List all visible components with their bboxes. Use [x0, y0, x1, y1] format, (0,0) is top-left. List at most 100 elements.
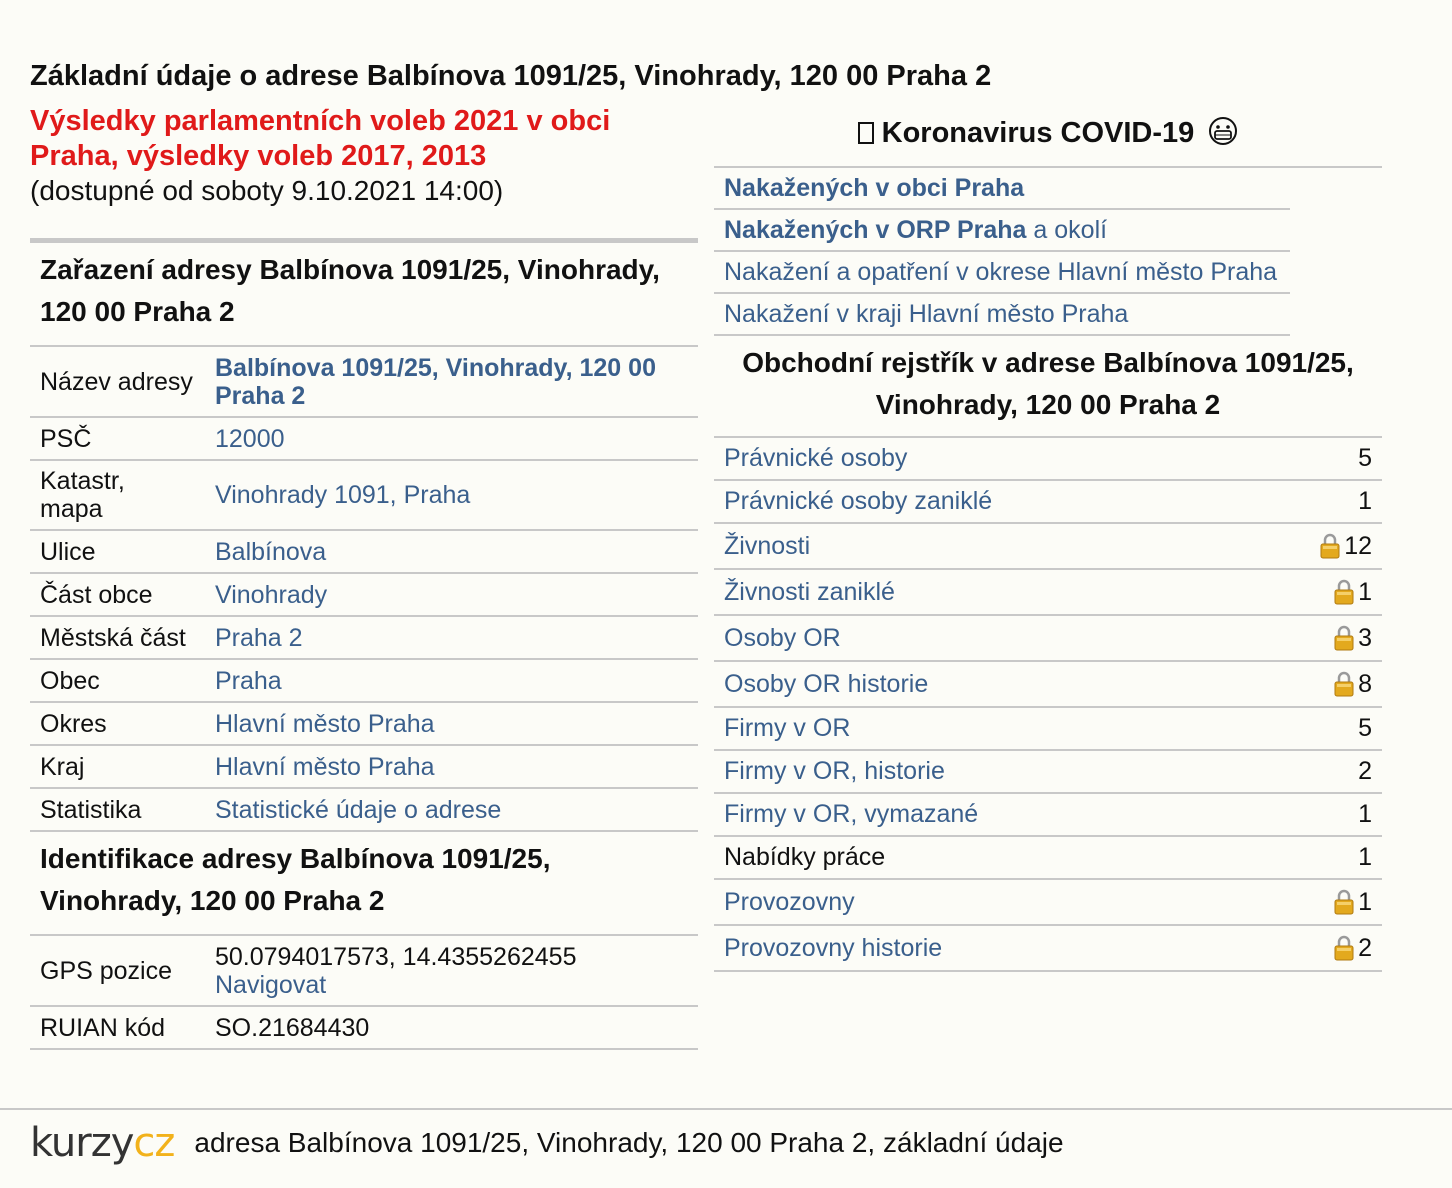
register-label[interactable]: Provozovny historie: [724, 934, 942, 963]
register-count-wrap: 3: [1334, 624, 1372, 653]
obchodni-list: Právnické osoby 5 Právnické osoby zaniklé 1…: [714, 438, 1382, 972]
psc-link[interactable]: 12000: [215, 425, 285, 453]
register-count: 1: [1358, 843, 1372, 871]
kraj-link[interactable]: Hlavní město Praha: [215, 753, 435, 781]
virus-icon: [857, 122, 874, 144]
katastr-link[interactable]: Vinohrady 1091, Praha: [215, 481, 470, 509]
address-name-link[interactable]: Balbínova 1091/25, Vinohrady, 120 00 Pra…: [215, 354, 656, 410]
table-row: GPS pozice 50.0794017573, 14.4355262455 …: [30, 936, 698, 1007]
register-row: Firmy v OR 5: [714, 708, 1382, 751]
obec-link[interactable]: Praha: [215, 667, 282, 695]
register-label[interactable]: Firmy v OR, vymazané: [724, 800, 978, 829]
zarazeni-table: Název adresy Balbínova 1091/25, Vinohrad…: [30, 347, 698, 832]
register-row: Právnické osoby zaniklé 1: [714, 481, 1382, 524]
okres-link[interactable]: Hlavní město Praha: [215, 710, 435, 738]
register-row: Nabídky práce 1: [714, 837, 1382, 880]
covid-orp-link[interactable]: Nakažených v ORP Praha a okolí: [724, 216, 1107, 244]
logo-left: kurzy: [30, 1120, 134, 1166]
table-row: Městská část Praha 2: [30, 616, 698, 660]
lock-icon: [1334, 935, 1354, 961]
table-row: Statistika Statistické údaje o adrese: [30, 788, 698, 832]
row-key: Obec: [30, 659, 205, 703]
register-label[interactable]: Živnosti: [724, 532, 810, 561]
register-count-wrap: 1: [1334, 578, 1372, 607]
row-key: Kraj: [30, 745, 205, 789]
register-count: 1: [1358, 487, 1372, 515]
covid-okres-link[interactable]: Nakažení a opatření v okrese Hlavní měst…: [724, 258, 1277, 286]
lock-icon: [1334, 625, 1354, 651]
register-label[interactable]: Osoby OR historie: [724, 670, 928, 699]
register-count-wrap: 8: [1334, 670, 1372, 699]
row-key: Katastr, mapa: [30, 460, 205, 531]
register-count-wrap: 2: [1358, 757, 1372, 786]
left-column: Výsledky parlamentních voleb 2021 v obci…: [30, 104, 698, 1050]
obchodni-heading: Obchodní rejstřík v adrese Balbínova 109…: [714, 336, 1382, 438]
covid-obec-link[interactable]: Nakažených v obci Praha: [724, 174, 1024, 202]
table-row: Část obce Vinohrady: [30, 573, 698, 617]
register-count: 1: [1358, 887, 1372, 916]
register-label[interactable]: Firmy v OR: [724, 714, 850, 743]
register-count-wrap: 1: [1358, 800, 1372, 829]
row-key: Ulice: [30, 530, 205, 574]
page-title: Základní údaje o adrese Balbínova 1091/2…: [30, 60, 992, 92]
covid-kraj-link[interactable]: Nakažení v kraji Hlavní město Praha: [724, 300, 1128, 328]
covid-heading: Koronavirus COVID-19: [714, 108, 1382, 168]
register-row: Firmy v OR, vymazané 1: [714, 794, 1382, 837]
register-label[interactable]: Firmy v OR, historie: [724, 757, 945, 786]
register-label[interactable]: Právnické osoby zaniklé: [724, 487, 992, 516]
register-row: Osoby OR historie 8: [714, 662, 1382, 708]
mask-emoji-icon: [1208, 116, 1238, 154]
lock-icon: [1334, 889, 1354, 915]
register-label[interactable]: Osoby OR: [724, 624, 841, 653]
covid-heading-text: Koronavirus COVID-19: [881, 117, 1195, 149]
register-label[interactable]: Provozovny: [724, 888, 855, 917]
identifikace-heading: Identifikace adresy Balbínova 1091/25, V…: [30, 832, 698, 936]
register-count-wrap: 5: [1358, 444, 1372, 473]
list-item: Nakažení a opatření v okrese Hlavní měst…: [714, 252, 1290, 294]
ulice-link[interactable]: Balbínova: [215, 538, 326, 566]
row-key: Část obce: [30, 573, 205, 617]
statistika-link[interactable]: Statistické údaje o adrese: [215, 796, 501, 824]
register-row: Živnosti zaniklé 1: [714, 570, 1382, 616]
lock-icon: [1334, 671, 1354, 697]
register-row: Živnosti 12: [714, 524, 1382, 570]
register-count-wrap: 1: [1334, 888, 1372, 917]
row-key: Městská část: [30, 616, 205, 660]
register-count: 5: [1358, 714, 1372, 742]
list-item: Nakažených v ORP Praha a okolí: [714, 210, 1290, 252]
register-label[interactable]: Právnické osoby: [724, 444, 907, 473]
table-row: Ulice Balbínova: [30, 530, 698, 574]
election-results-link[interactable]: Výsledky parlamentních voleb 2021 v obci…: [30, 104, 650, 174]
table-row: Okres Hlavní město Praha: [30, 702, 698, 746]
covid-list: Nakažených v obci Praha Nakažených v ORP…: [714, 168, 1290, 336]
row-key: GPS pozice: [30, 936, 205, 1007]
table-row: Název adresy Balbínova 1091/25, Vinohrad…: [30, 347, 698, 418]
register-count: 1: [1358, 577, 1372, 606]
cast-obce-link[interactable]: Vinohrady: [215, 581, 327, 609]
table-row: RUIAN kód SO.21684430: [30, 1006, 698, 1050]
ruian-code: SO.21684430: [205, 1006, 698, 1050]
register-label[interactable]: Živnosti zaniklé: [724, 578, 895, 607]
covid-orp-rest: a okolí: [1026, 216, 1108, 244]
footer-divider: [0, 1108, 1452, 1110]
covid-orp-bold: Nakažených v ORP Praha: [724, 216, 1027, 244]
register-count: 5: [1358, 444, 1372, 472]
table-row: Kraj Hlavní město Praha: [30, 745, 698, 789]
footer-text: adresa Balbínova 1091/25, Vinohrady, 120…: [194, 1127, 1064, 1158]
identifikace-table: GPS pozice 50.0794017573, 14.4355262455 …: [30, 936, 698, 1050]
kurzy-logo[interactable]: kurzycz: [30, 1120, 175, 1166]
lock-icon: [1320, 533, 1340, 559]
navigate-link[interactable]: Navigovat: [215, 971, 326, 999]
table-row: Obec Praha: [30, 659, 698, 703]
row-key: Okres: [30, 702, 205, 746]
register-row: Provozovny historie 2: [714, 926, 1382, 972]
lock-icon: [1334, 579, 1354, 605]
register-count-wrap: 1: [1358, 843, 1372, 872]
register-row: Firmy v OR, historie 2: [714, 751, 1382, 794]
register-row: Právnické osoby 5: [714, 438, 1382, 481]
register-count-wrap: 2: [1334, 934, 1372, 963]
mestska-cast-link[interactable]: Praha 2: [215, 624, 303, 652]
list-item: Nakažených v obci Praha: [714, 168, 1290, 210]
register-count: 2: [1358, 757, 1372, 785]
row-key: RUIAN kód: [30, 1006, 205, 1050]
